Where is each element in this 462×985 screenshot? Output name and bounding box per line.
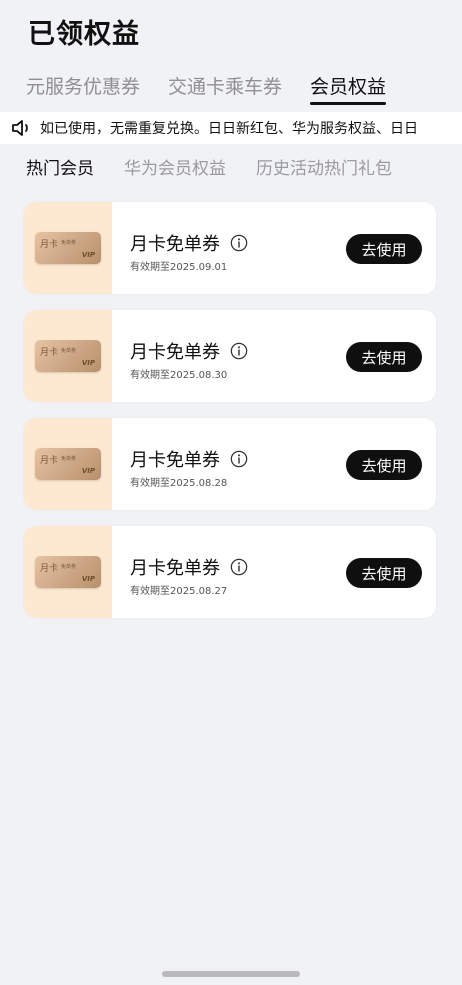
coupon-card: 月卡 免单券 VIP 月卡免单券 有效期至2025.08.27 去使用 — [24, 526, 436, 618]
thumb-label: 月卡 — [40, 348, 59, 358]
coupon-name: 月卡免单券 — [130, 342, 220, 363]
home-indicator[interactable] — [162, 971, 300, 977]
coupon-title: 月卡免单券 — [130, 230, 248, 256]
thumb-label: 月卡 — [40, 240, 59, 250]
subtab-huawei-member-benefits[interactable]: 华为会员权益 — [124, 154, 226, 179]
subtab-history-gift-packs[interactable]: 历史活动热门礼包 — [256, 154, 392, 179]
tab-transit-card-coupons[interactable]: 交通卡乘车券 — [168, 72, 282, 105]
vip-card-image: 月卡 免单券 VIP — [35, 340, 101, 372]
coupon-name: 月卡免单券 — [130, 558, 220, 579]
thumb-sub: 免单券 — [61, 456, 77, 462]
thumb-label: 月卡 — [40, 456, 59, 466]
vip-card-image: 月卡 免单券 VIP — [35, 448, 101, 480]
use-button[interactable]: 去使用 — [346, 558, 422, 588]
coupon-title: 月卡免单券 — [130, 338, 248, 364]
use-button[interactable]: 去使用 — [346, 342, 422, 372]
coupon-name: 月卡免单券 — [130, 234, 220, 255]
tab-yuan-service-coupons[interactable]: 元服务优惠券 — [26, 72, 140, 105]
coupon-thumbnail: 月卡 免单券 VIP — [24, 202, 112, 294]
notice-text: 如已使用，无需重复兑换。日日新红包、华为服务权益、日日 — [40, 121, 418, 137]
top-tabs: 元服务优惠券 交通卡乘车券 会员权益 — [26, 72, 442, 105]
coupon-body: 月卡免单券 有效期至2025.08.27 去使用 — [112, 526, 436, 618]
coupon-title: 月卡免单券 — [130, 446, 248, 472]
sub-tabs: 热门会员 华为会员权益 历史活动热门礼包 — [26, 154, 392, 179]
tab-member-benefits[interactable]: 会员权益 — [310, 72, 387, 105]
subtab-popular-members[interactable]: 热门会员 — [26, 154, 94, 179]
info-icon[interactable] — [230, 234, 248, 252]
coupon-name: 月卡免单券 — [130, 450, 220, 471]
coupon-body: 月卡免单券 有效期至2025.08.28 去使用 — [112, 418, 436, 510]
thumb-vip: VIP — [81, 575, 95, 583]
thumb-label: 月卡 — [40, 564, 59, 574]
coupon-body: 月卡免单券 有效期至2025.08.30 去使用 — [112, 310, 436, 402]
coupon-expiry: 有效期至2025.08.27 — [130, 586, 228, 597]
thumb-vip: VIP — [81, 467, 95, 475]
coupon-thumbnail: 月卡 免单券 VIP — [24, 526, 112, 618]
speaker-icon — [12, 120, 28, 136]
thumb-sub: 免单券 — [61, 348, 77, 354]
coupon-list: 月卡 免单券 VIP 月卡免单券 有效期至2025.09.01 去使用 月卡 免… — [24, 202, 436, 634]
coupon-expiry: 有效期至2025.09.01 — [130, 262, 228, 273]
coupon-card: 月卡 免单券 VIP 月卡免单券 有效期至2025.08.28 去使用 — [24, 418, 436, 510]
info-icon[interactable] — [230, 558, 248, 576]
thumb-vip: VIP — [81, 359, 95, 367]
use-button[interactable]: 去使用 — [346, 234, 422, 264]
thumb-sub: 免单券 — [61, 240, 77, 246]
page-title: 已领权益 — [28, 19, 140, 50]
use-button[interactable]: 去使用 — [346, 450, 422, 480]
info-icon[interactable] — [230, 450, 248, 468]
coupon-title: 月卡免单券 — [130, 554, 248, 580]
info-icon[interactable] — [230, 342, 248, 360]
coupon-expiry: 有效期至2025.08.30 — [130, 370, 228, 381]
notice-bar: 如已使用，无需重复兑换。日日新红包、华为服务权益、日日 — [0, 112, 462, 144]
coupon-thumbnail: 月卡 免单券 VIP — [24, 418, 112, 510]
thumb-vip: VIP — [81, 251, 95, 259]
coupon-card: 月卡 免单券 VIP 月卡免单券 有效期至2025.09.01 去使用 — [24, 202, 436, 294]
vip-card-image: 月卡 免单券 VIP — [35, 556, 101, 588]
coupon-expiry: 有效期至2025.08.28 — [130, 478, 228, 489]
coupon-card: 月卡 免单券 VIP 月卡免单券 有效期至2025.08.30 去使用 — [24, 310, 436, 402]
thumb-sub: 免单券 — [61, 564, 77, 570]
coupon-thumbnail: 月卡 免单券 VIP — [24, 310, 112, 402]
coupon-body: 月卡免单券 有效期至2025.09.01 去使用 — [112, 202, 436, 294]
vip-card-image: 月卡 免单券 VIP — [35, 232, 101, 264]
